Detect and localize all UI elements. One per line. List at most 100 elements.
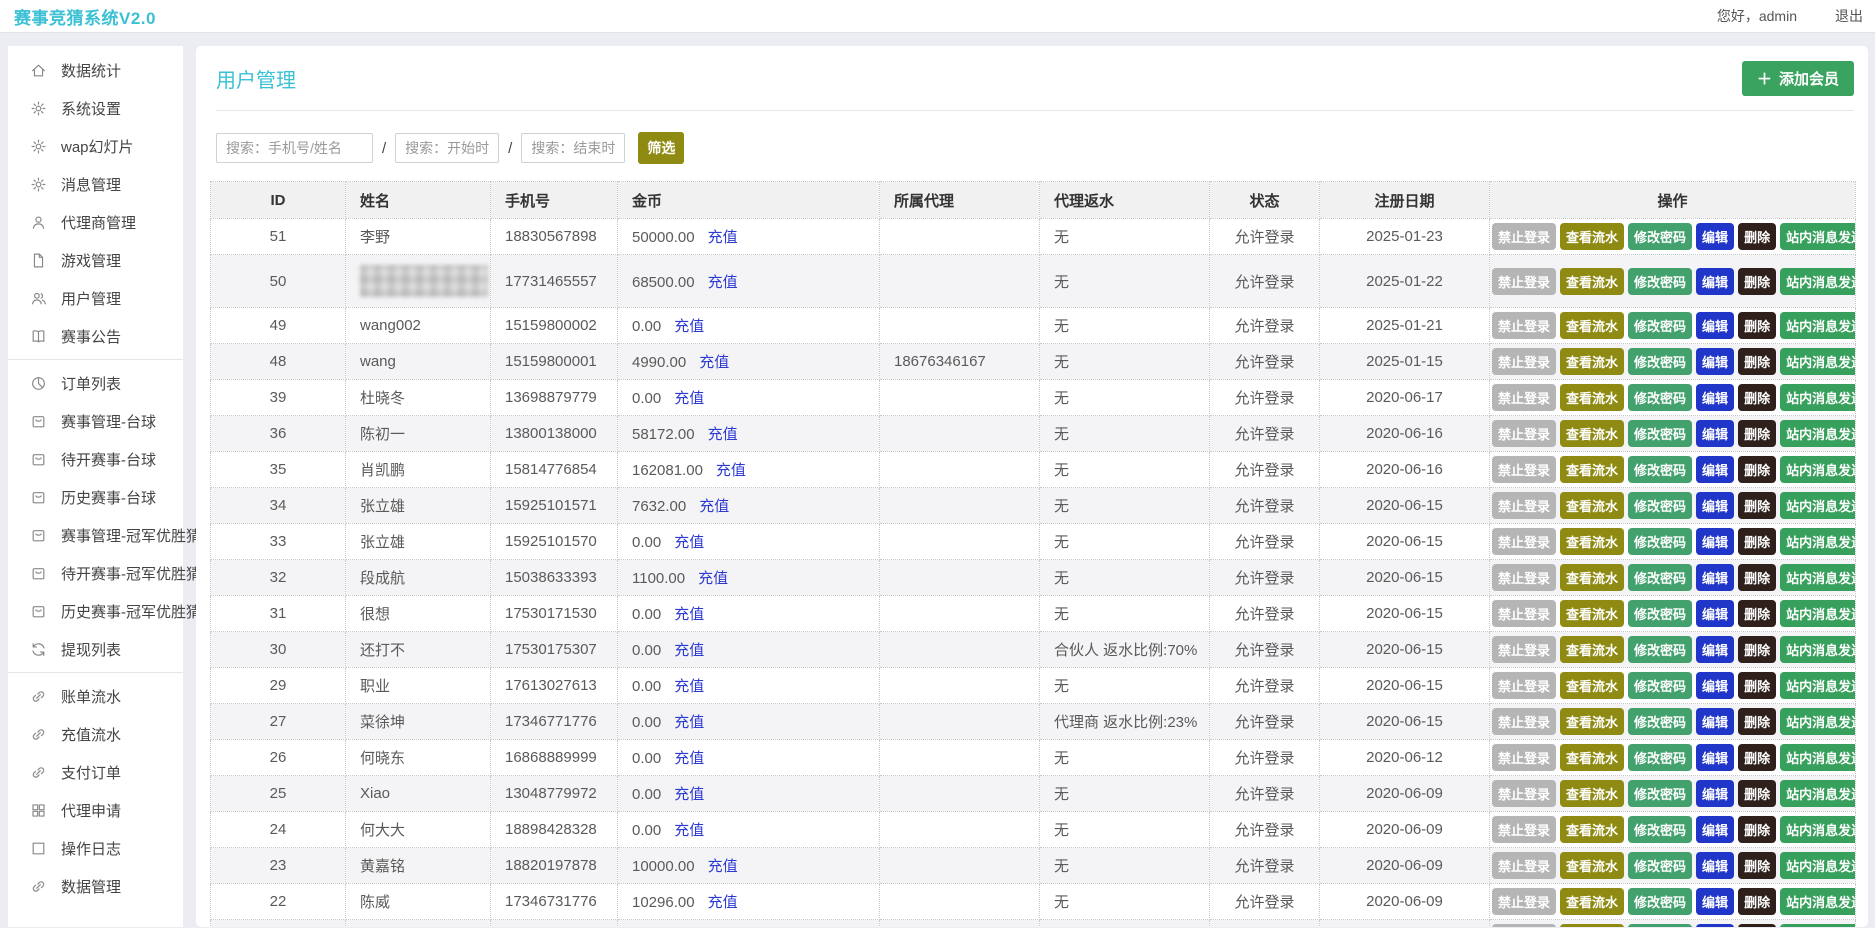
change-password-button[interactable]: 修改密码 <box>1628 744 1692 771</box>
delete-button[interactable]: 删除 <box>1738 528 1776 555</box>
change-password-button[interactable]: 修改密码 <box>1628 492 1692 519</box>
recharge-link[interactable]: 充值 <box>674 318 704 335</box>
recharge-link[interactable]: 充值 <box>674 678 704 695</box>
sidebar-item[interactable]: 提现列表 <box>8 630 183 668</box>
ban-login-button[interactable]: 禁止登录 <box>1492 312 1556 339</box>
ban-login-button[interactable]: 禁止登录 <box>1492 780 1556 807</box>
view-flow-button[interactable]: 查看流水 <box>1560 636 1624 663</box>
view-flow-button[interactable]: 查看流水 <box>1560 348 1624 375</box>
edit-button[interactable]: 编辑 <box>1696 384 1734 411</box>
edit-button[interactable]: 编辑 <box>1696 564 1734 591</box>
edit-button[interactable]: 编辑 <box>1696 744 1734 771</box>
send-message-button[interactable]: 站内消息发送 <box>1780 564 1855 591</box>
change-password-button[interactable]: 修改密码 <box>1628 708 1692 735</box>
edit-button[interactable]: 编辑 <box>1696 223 1734 250</box>
edit-button[interactable]: 编辑 <box>1696 708 1734 735</box>
sidebar-item[interactable]: 赛事管理-冠军优胜猜 <box>8 516 183 554</box>
search-phone-name-input[interactable] <box>216 133 373 163</box>
view-flow-button[interactable]: 查看流水 <box>1560 888 1624 915</box>
sidebar-item[interactable]: 历史赛事-台球 <box>8 478 183 516</box>
delete-button[interactable]: 删除 <box>1738 780 1776 807</box>
delete-button[interactable]: 删除 <box>1738 600 1776 627</box>
recharge-link[interactable]: 充值 <box>674 714 704 731</box>
delete-button[interactable]: 删除 <box>1738 816 1776 843</box>
change-password-button[interactable]: 修改密码 <box>1628 384 1692 411</box>
delete-button[interactable]: 删除 <box>1738 636 1776 663</box>
sidebar-item[interactable]: 充值流水 <box>8 715 183 753</box>
ban-login-button[interactable]: 禁止登录 <box>1492 564 1556 591</box>
change-password-button[interactable]: 修改密码 <box>1628 456 1692 483</box>
delete-button[interactable]: 删除 <box>1738 268 1776 295</box>
view-flow-button[interactable]: 查看流水 <box>1560 816 1624 843</box>
change-password-button[interactable]: 修改密码 <box>1628 852 1692 879</box>
change-password-button[interactable]: 修改密码 <box>1628 636 1692 663</box>
sidebar-item[interactable]: 待开赛事-台球 <box>8 440 183 478</box>
search-start-time-input[interactable] <box>395 133 499 163</box>
sidebar-item[interactable]: wap幻灯片 <box>8 127 183 165</box>
recharge-link[interactable]: 充值 <box>674 642 704 659</box>
logout-link[interactable]: 退出 <box>1835 6 1863 26</box>
ban-login-button[interactable]: 禁止登录 <box>1492 672 1556 699</box>
ban-login-button[interactable]: 禁止登录 <box>1492 744 1556 771</box>
view-flow-button[interactable]: 查看流水 <box>1560 564 1624 591</box>
sidebar-item[interactable]: 用户管理 <box>8 279 183 317</box>
sidebar-item[interactable]: 待开赛事-冠军优胜猜 <box>8 554 183 592</box>
send-message-button[interactable]: 站内消息发送 <box>1780 888 1855 915</box>
edit-button[interactable]: 编辑 <box>1696 492 1734 519</box>
send-message-button[interactable]: 站内消息发送 <box>1780 384 1855 411</box>
ban-login-button[interactable]: 禁止登录 <box>1492 268 1556 295</box>
delete-button[interactable]: 删除 <box>1738 672 1776 699</box>
send-message-button[interactable]: 站内消息发送 <box>1780 816 1855 843</box>
recharge-link[interactable]: 充值 <box>708 274 738 291</box>
recharge-link[interactable]: 充值 <box>698 570 728 587</box>
recharge-link[interactable]: 充值 <box>699 498 729 515</box>
send-message-button[interactable]: 站内消息发送 <box>1780 348 1855 375</box>
send-message-button[interactable]: 站内消息发送 <box>1780 744 1855 771</box>
recharge-link[interactable]: 充值 <box>674 786 704 803</box>
recharge-link[interactable]: 充值 <box>674 534 704 551</box>
delete-button[interactable]: 删除 <box>1738 348 1776 375</box>
change-password-button[interactable]: 修改密码 <box>1628 528 1692 555</box>
change-password-button[interactable]: 修改密码 <box>1628 888 1692 915</box>
view-flow-button[interactable]: 查看流水 <box>1560 384 1624 411</box>
change-password-button[interactable]: 修改密码 <box>1628 924 1692 927</box>
sidebar-item[interactable]: 支付订单 <box>8 753 183 791</box>
add-member-button[interactable]: 添加会员 <box>1742 61 1854 96</box>
change-password-button[interactable]: 修改密码 <box>1628 420 1692 447</box>
edit-button[interactable]: 编辑 <box>1696 456 1734 483</box>
view-flow-button[interactable]: 查看流水 <box>1560 223 1624 250</box>
change-password-button[interactable]: 修改密码 <box>1628 564 1692 591</box>
edit-button[interactable]: 编辑 <box>1696 600 1734 627</box>
edit-button[interactable]: 编辑 <box>1696 780 1734 807</box>
ban-login-button[interactable]: 禁止登录 <box>1492 816 1556 843</box>
view-flow-button[interactable]: 查看流水 <box>1560 268 1624 295</box>
change-password-button[interactable]: 修改密码 <box>1628 312 1692 339</box>
delete-button[interactable]: 删除 <box>1738 420 1776 447</box>
change-password-button[interactable]: 修改密码 <box>1628 672 1692 699</box>
view-flow-button[interactable]: 查看流水 <box>1560 492 1624 519</box>
recharge-link[interactable]: 充值 <box>674 822 704 839</box>
view-flow-button[interactable]: 查看流水 <box>1560 924 1624 927</box>
view-flow-button[interactable]: 查看流水 <box>1560 420 1624 447</box>
send-message-button[interactable]: 站内消息发送 <box>1780 636 1855 663</box>
change-password-button[interactable]: 修改密码 <box>1628 816 1692 843</box>
delete-button[interactable]: 删除 <box>1738 888 1776 915</box>
delete-button[interactable]: 删除 <box>1738 924 1776 927</box>
ban-login-button[interactable]: 禁止登录 <box>1492 528 1556 555</box>
change-password-button[interactable]: 修改密码 <box>1628 223 1692 250</box>
ban-login-button[interactable]: 禁止登录 <box>1492 348 1556 375</box>
delete-button[interactable]: 删除 <box>1738 223 1776 250</box>
edit-button[interactable]: 编辑 <box>1696 420 1734 447</box>
view-flow-button[interactable]: 查看流水 <box>1560 744 1624 771</box>
send-message-button[interactable]: 站内消息发送 <box>1780 268 1855 295</box>
ban-login-button[interactable]: 禁止登录 <box>1492 223 1556 250</box>
recharge-link[interactable]: 充值 <box>674 606 704 623</box>
delete-button[interactable]: 删除 <box>1738 852 1776 879</box>
sidebar-item[interactable]: 数据管理 <box>8 867 183 905</box>
send-message-button[interactable]: 站内消息发送 <box>1780 924 1855 927</box>
recharge-link[interactable]: 充值 <box>699 354 729 371</box>
delete-button[interactable]: 删除 <box>1738 708 1776 735</box>
delete-button[interactable]: 删除 <box>1738 456 1776 483</box>
sidebar-item[interactable]: 赛事公告 <box>8 317 183 355</box>
recharge-link[interactable]: 充值 <box>674 750 704 767</box>
